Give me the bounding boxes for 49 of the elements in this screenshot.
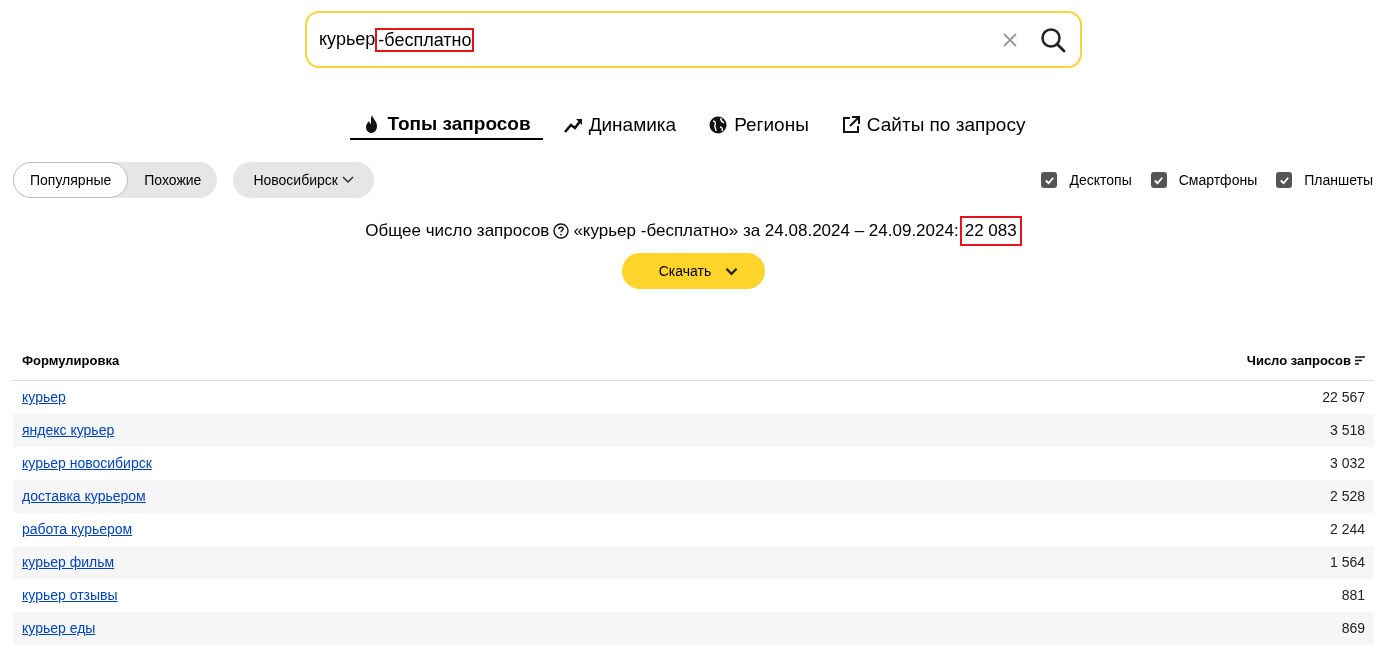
search-icon[interactable] <box>1040 26 1066 53</box>
checkmark-icon <box>1278 174 1290 186</box>
tab[interactable]: Регионы <box>696 110 821 140</box>
table-cell-text: 2 244 <box>1329 520 1365 539</box>
sort-icon[interactable] <box>1355 356 1365 365</box>
query-link[interactable]: доставка курьером <box>22 486 146 507</box>
table-cell-text: 3 518 <box>1329 421 1365 440</box>
chevron-down-icon <box>341 176 354 184</box>
segment-button[interactable]: Популярные <box>13 162 129 198</box>
query-text: курьер <box>319 28 376 51</box>
table-cell-text: 2 528 <box>1329 487 1365 506</box>
query-link[interactable]: яндекс курьер <box>22 420 115 441</box>
column-header: Формулировка <box>22 351 120 370</box>
table-cell-text: 881 <box>1341 586 1365 605</box>
checkbox[interactable] <box>1276 172 1293 188</box>
summary-label: Общее число запросов <box>365 220 550 243</box>
checkbox-label: Планшеты <box>1304 170 1373 190</box>
table-cell-text: 22 567 <box>1322 388 1365 407</box>
external-link-icon <box>840 115 861 135</box>
globe-icon <box>708 115 729 135</box>
summary-details: «курьер -бесплатно» за 24.08.2024 – 24.09.2024: <box>573 220 959 243</box>
checkbox[interactable] <box>1041 172 1058 188</box>
checkbox-label: Смартфоны <box>1178 170 1258 190</box>
region-dropdown[interactable]: Новосибирск <box>233 162 374 198</box>
table-cell-text: 869 <box>1341 619 1365 638</box>
download-button[interactable]: Скачать <box>622 253 765 289</box>
tab[interactable]: Топы запросов <box>349 110 543 140</box>
chevron-down-icon <box>725 266 739 276</box>
help-icon[interactable] <box>553 223 570 239</box>
checkbox-label: Десктопы <box>1069 170 1132 190</box>
query-link[interactable]: курьер отзывы <box>22 585 118 606</box>
table-cell-text: 3 032 <box>1329 454 1365 473</box>
highlighted-query-text: -бесплатно <box>375 27 475 52</box>
checkbox[interactable] <box>1150 172 1167 188</box>
tab[interactable]: Динамика <box>550 110 689 140</box>
tab[interactable]: Сайты по запросу <box>828 110 1038 140</box>
query-link[interactable]: курьер еды <box>22 618 96 639</box>
column-header[interactable]: Число запросов <box>1246 350 1351 371</box>
query-link[interactable]: курьер <box>22 387 66 408</box>
checkmark-icon <box>1153 174 1165 186</box>
query-link[interactable]: курьер фильм <box>22 552 115 573</box>
checkmark-icon <box>1043 174 1055 186</box>
search-field[interactable]: курьер -бесплатно <box>305 11 1082 68</box>
clear-icon[interactable] <box>1002 31 1018 48</box>
query-link[interactable]: курьер новосибирск <box>22 453 152 474</box>
table-cell-text: 1 564 <box>1329 553 1365 572</box>
highlighted-total: 22 083 <box>959 216 1022 246</box>
query-link[interactable]: работа курьером <box>22 519 133 540</box>
segment-button[interactable]: Похожие <box>128 162 218 198</box>
